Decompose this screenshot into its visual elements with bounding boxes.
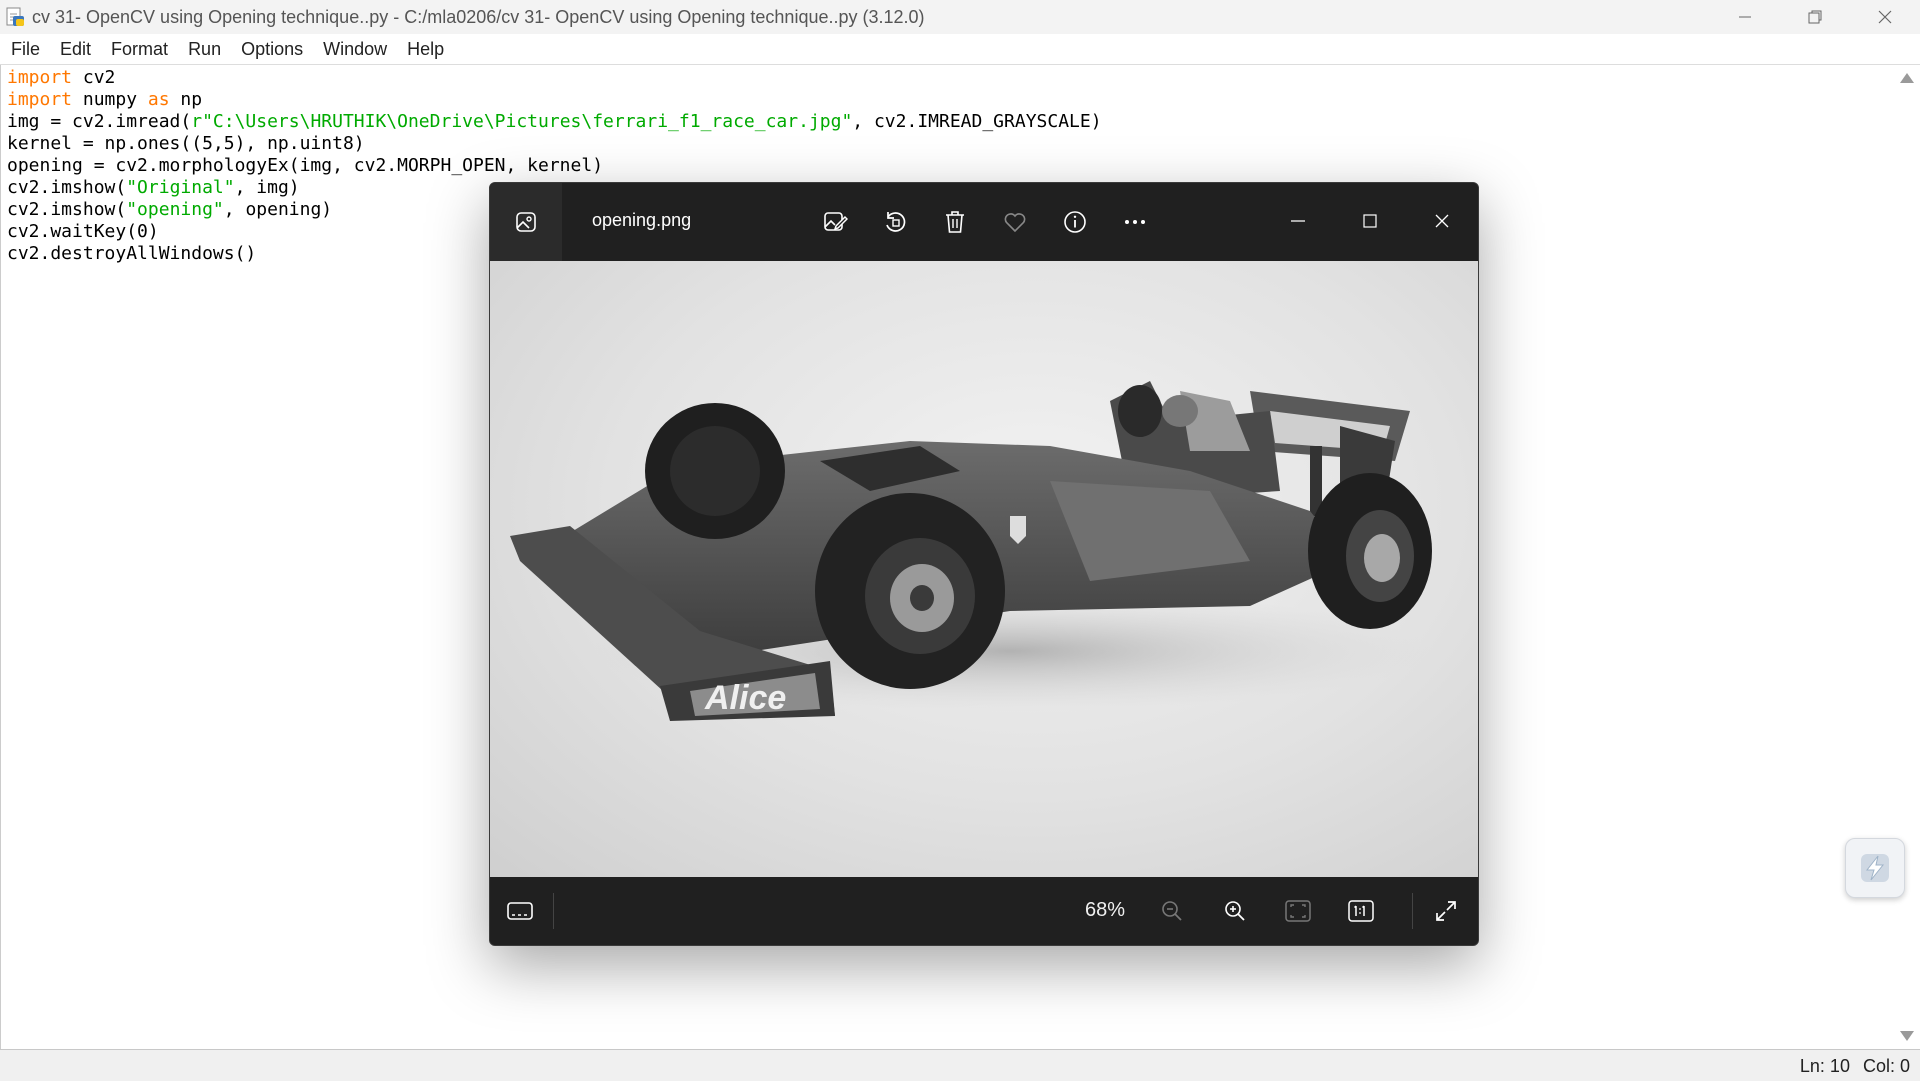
fit-to-window-icon [1285,900,1311,922]
code-fragment: , img) [234,177,300,198]
menu-help[interactable]: Help [397,34,454,64]
zoom-level: 68% [1085,899,1126,921]
code-fragment: img = cv2.imread( [7,111,192,132]
close-icon [1435,214,1449,228]
photo-filename: opening.png [592,210,692,230]
filmstrip-icon [507,902,533,920]
photos-viewer-window: opening.png Alice 68% [489,182,1479,946]
delete-icon [946,211,964,233]
info-button[interactable] [1045,200,1105,244]
divider [1412,893,1413,929]
code-line: cv2.waitKey(0) [7,221,159,242]
maximize-icon [1363,214,1377,228]
minimize-icon [1291,220,1305,222]
restore-icon [1808,10,1822,24]
photos-tab[interactable] [490,183,562,261]
edit-image-button[interactable] [805,200,865,244]
column-indicator: Col: 0 [1862,1056,1910,1076]
info-icon [1064,211,1086,233]
title-bar: cv 31- OpenCV using Opening technique..p… [0,0,1920,34]
menu-format[interactable]: Format [101,34,178,64]
actual-size-button[interactable] [1337,889,1385,933]
string-literal: r"C:\Users\HRUTHIK\OneDrive\Pictures\fer… [191,111,853,132]
menu-edit[interactable]: Edit [50,34,101,64]
minimize-button[interactable] [1710,0,1780,34]
more-button[interactable] [1105,200,1165,244]
delete-button[interactable] [925,200,985,244]
close-icon [1878,10,1892,24]
close-button[interactable] [1850,0,1920,34]
menu-bar: File Edit Format Run Options Window Help [0,34,1920,65]
fit-to-window-button[interactable] [1274,889,1322,933]
scroll-up-arrow[interactable] [1900,73,1914,83]
code-line: kernel = np.ones((5,5), np.uint8) [7,133,365,154]
code-fragment: cv2 [72,67,116,88]
favorite-button[interactable] [985,200,1045,244]
code-fragment: np [169,89,203,110]
fullscreen-button[interactable] [1422,889,1470,933]
photos-bottom-bar: 68% [490,877,1478,945]
quick-action-button[interactable] [1845,838,1905,898]
code-fragment: cv2.imshow( [7,199,127,220]
lightning-icon [1861,854,1889,882]
zoom-in-button[interactable] [1211,889,1259,933]
code-line: opening = cv2.morphologyEx(img, cv2.MORP… [7,155,604,176]
filmstrip-button[interactable] [496,889,544,933]
string-literal: "opening" [126,199,224,220]
wing-logo-text: Alice [704,679,786,717]
line-indicator: Ln: 10 [1799,1056,1850,1076]
actual-size-icon [1348,900,1374,922]
divider [553,893,554,929]
image-icon [516,212,536,232]
zoom-in-icon [1225,901,1245,921]
code-fragment: , opening) [223,199,333,220]
menu-run[interactable]: Run [178,34,231,64]
scroll-down-arrow[interactable] [1900,1031,1914,1041]
menu-window[interactable]: Window [313,34,397,64]
photos-maximize-button[interactable] [1334,197,1406,245]
keyword: as [147,89,170,110]
code-fragment: cv2.imshow( [7,177,127,198]
keyword: import [7,67,73,88]
code-line: cv2.destroyAllWindows() [7,243,257,264]
zoom-out-button[interactable] [1148,889,1196,933]
photos-close-button[interactable] [1406,197,1478,245]
zoom-out-icon [1162,901,1182,921]
window-title: cv 31- OpenCV using Opening technique..p… [32,6,925,27]
string-literal: "Original" [126,177,235,198]
idle-app-icon [4,6,26,28]
keyword: import [7,89,73,110]
code-fragment: numpy [72,89,148,110]
minimize-icon [1739,16,1751,18]
vertical-scrollbar[interactable] [1894,65,1920,1049]
f1-car-image: Alice [510,381,1432,721]
status-bar: Ln: 10 Col: 0 [0,1049,1920,1081]
edit-image-icon [824,212,848,231]
displayed-image[interactable]: Alice [490,261,1478,877]
photos-toolbar: opening.png [490,183,1478,261]
menu-options[interactable]: Options [231,34,313,64]
code-fragment: , cv2.IMREAD_GRAYSCALE) [852,111,1102,132]
menu-file[interactable]: File [0,34,50,64]
heart-icon [1004,213,1026,233]
rotate-icon [886,212,906,232]
photos-minimize-button[interactable] [1262,197,1334,245]
fullscreen-icon [1436,901,1456,921]
restore-button[interactable] [1780,0,1850,34]
rotate-button[interactable] [865,200,925,244]
more-icon [1125,220,1145,224]
